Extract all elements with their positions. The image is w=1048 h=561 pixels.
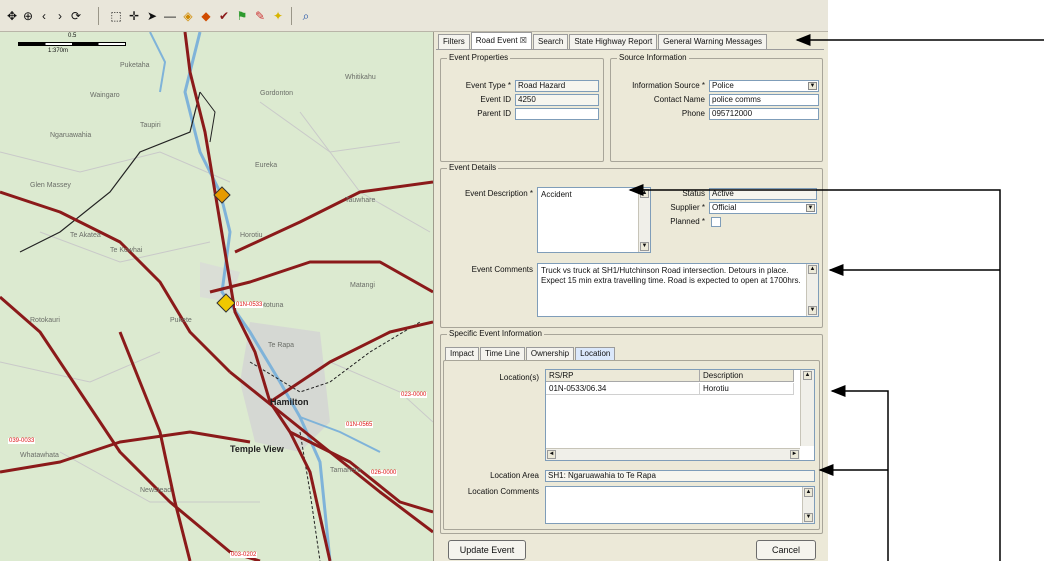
annotation-arrows bbox=[628, 34, 1044, 561]
